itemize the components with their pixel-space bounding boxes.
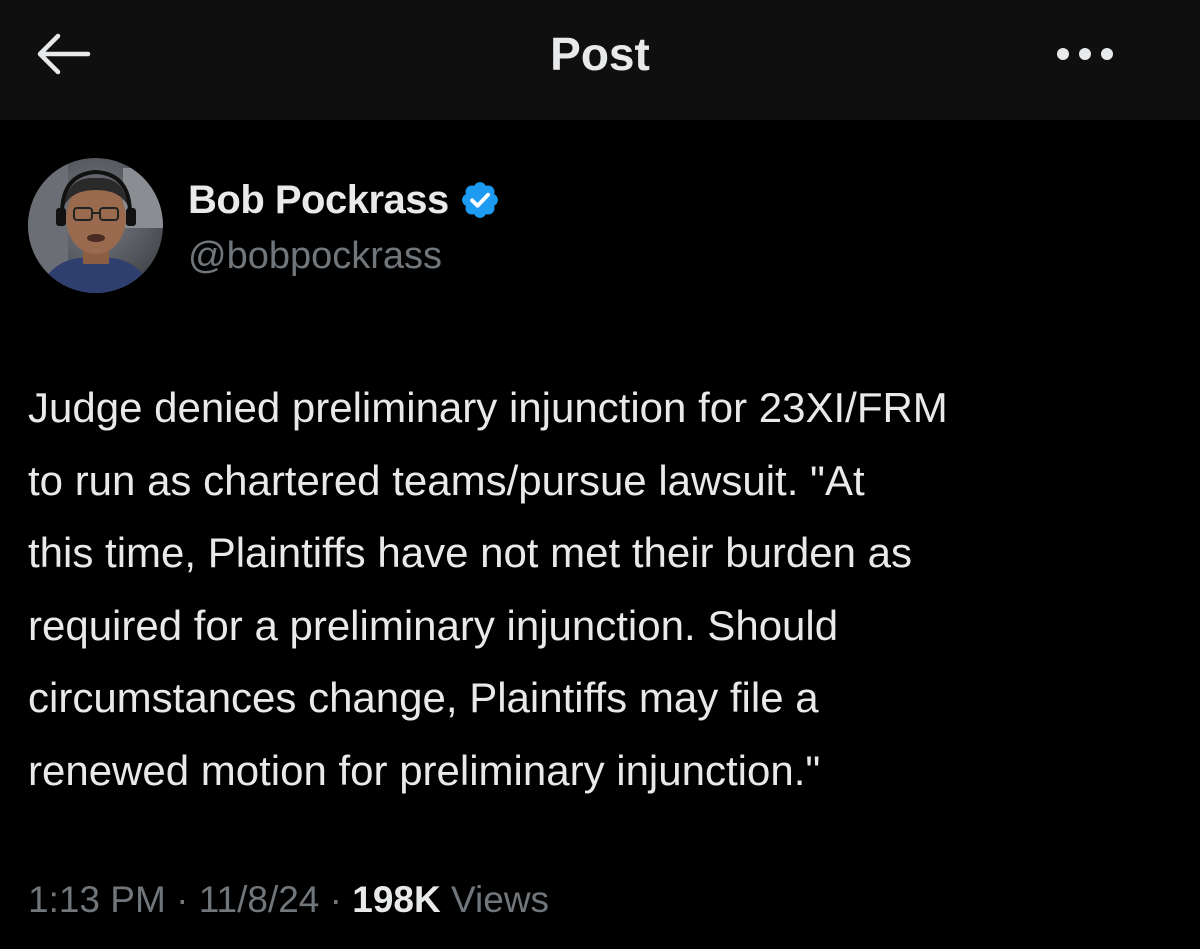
avatar[interactable] <box>28 158 163 293</box>
more-horizontal-icon <box>1057 48 1113 60</box>
views-label: Views <box>451 879 550 920</box>
meta-separator: · <box>329 879 342 920</box>
post-meta: 1:13 PM · 11/8/24 · 198K Views <box>28 872 549 928</box>
verified-badge-icon[interactable] <box>459 179 501 221</box>
post-time[interactable]: 1:13 PM <box>28 879 166 920</box>
top-bar: Post <box>0 0 1200 120</box>
author-handle[interactable]: @bobpockrass <box>188 230 442 282</box>
post-date[interactable]: 11/8/24 <box>199 879 320 920</box>
author-name[interactable]: Bob Pockrass <box>188 178 449 223</box>
more-options-button[interactable] <box>1040 26 1130 82</box>
views-count: 198K <box>352 879 441 920</box>
page-title: Post <box>550 28 650 80</box>
avatar-photo <box>28 158 163 293</box>
post-text: Judge denied preliminary injunction for … <box>28 384 948 794</box>
meta-separator: · <box>176 879 189 920</box>
author-name-row: Bob Pockrass <box>188 172 501 228</box>
